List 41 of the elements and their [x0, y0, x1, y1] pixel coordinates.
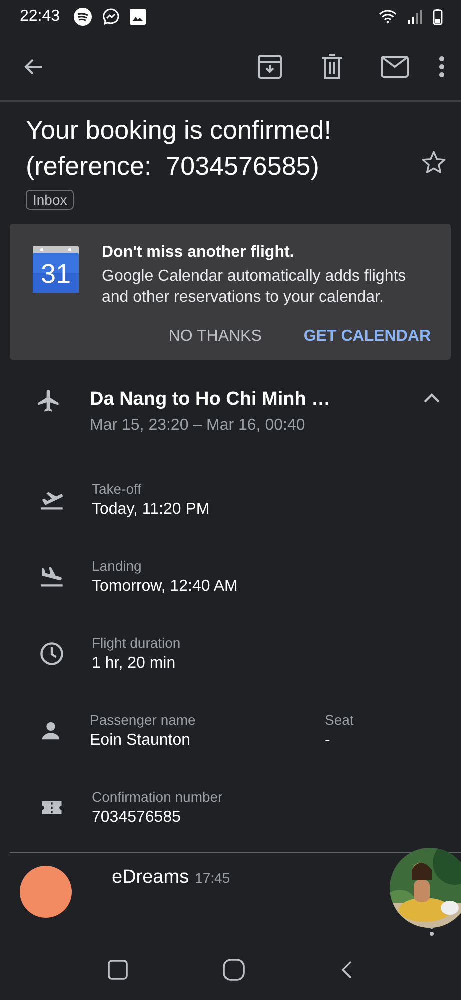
back-icon[interactable] — [341, 960, 354, 980]
trash-icon[interactable] — [321, 54, 343, 80]
battery-icon — [433, 9, 443, 25]
mail-icon[interactable] — [381, 56, 409, 78]
detail-value: Today, 11:20 PM — [92, 500, 211, 518]
signal-icon — [407, 10, 423, 24]
promo-text: Google Calendar automatically adds flights and other reservations to your calendar. — [102, 267, 408, 308]
detail-label: Passenger name — [90, 712, 197, 728]
home-icon[interactable] — [223, 959, 246, 981]
email-subject: Your booking is confirmed! (reference: 7034576585) — [26, 114, 332, 183]
more-options-icon[interactable] — [439, 56, 445, 78]
clock: 22:43 — [20, 8, 60, 26]
detail-value: 7034576585 — [92, 808, 182, 826]
inbox-label[interactable]: Inbox — [26, 190, 74, 210]
detail-value: 1 hr, 20 min — [92, 654, 177, 672]
recent-apps-icon[interactable] — [108, 960, 128, 980]
music-app-icon — [74, 8, 92, 26]
collapse-chevron-icon[interactable] — [423, 392, 441, 404]
detail-label: Flight duration — [92, 634, 182, 650]
flight-times: Mar 15, 23:20 – Mar 16, 00:40 — [90, 417, 306, 435]
detail-label: Landing — [92, 558, 143, 574]
detail-label: Seat — [325, 712, 355, 728]
sender-avatar — [20, 866, 72, 918]
no-thanks-button[interactable]: NO THANKS — [168, 328, 262, 346]
messenger-icon — [102, 8, 120, 26]
clock-icon — [39, 640, 65, 666]
detail-label: Take-off — [92, 480, 143, 496]
airplane-icon — [36, 388, 62, 414]
flight-title: Da Nang to Ho Chi Minh … — [90, 388, 332, 412]
detail-value: Eoin Staunton — [90, 732, 192, 750]
image-icon — [130, 9, 146, 25]
get-calendar-button[interactable]: GET CALENDAR — [304, 328, 431, 346]
archive-icon[interactable] — [257, 54, 283, 80]
detail-value: - — [325, 732, 332, 750]
detail-value: Tomorrow, 12:40 AM — [92, 578, 239, 596]
promo-title: Don't miss another flight. — [102, 244, 296, 262]
sender-name: eDreams — [112, 867, 190, 889]
star-icon[interactable] — [421, 150, 447, 176]
message-time: 17:45 — [195, 870, 230, 886]
wifi-icon — [379, 10, 397, 24]
detail-label: Confirmation number — [92, 788, 224, 804]
